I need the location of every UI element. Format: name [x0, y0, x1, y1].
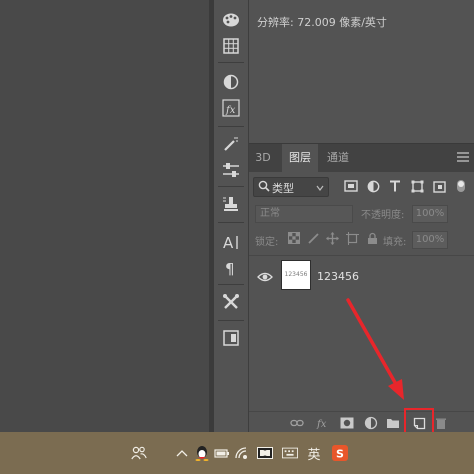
adjustment-layer-icon[interactable]	[363, 415, 379, 431]
clone-stamp-icon[interactable]	[221, 194, 241, 214]
lock-artboard-icon[interactable]	[345, 231, 359, 245]
divider	[218, 222, 244, 223]
adjustment-filter-icon[interactable]	[365, 178, 381, 194]
visibility-eye-icon[interactable]	[257, 270, 273, 284]
sogou-input-icon[interactable]: S	[332, 445, 348, 461]
filter-toggle-icon[interactable]	[453, 178, 469, 194]
panel-tab-bar: 3D 图层 通道	[249, 143, 474, 172]
filter-kind-select[interactable]: 类型	[253, 177, 329, 197]
divider	[218, 62, 244, 63]
tools-icon[interactable]	[221, 292, 241, 312]
chevron-down-icon	[316, 182, 324, 195]
qq-icon[interactable]	[194, 445, 210, 461]
blend-mode-select[interactable]: 正常	[255, 205, 353, 223]
document-canvas[interactable]	[0, 0, 209, 432]
layer-row[interactable]: 123456 123456	[249, 256, 474, 300]
lock-all-icon[interactable]	[365, 231, 379, 245]
fill-label: 填充:	[383, 237, 407, 248]
divider	[218, 320, 244, 321]
divider	[218, 186, 244, 187]
chevron-up-icon[interactable]	[174, 445, 190, 461]
panel-dock-strip: fx A ¶	[214, 0, 248, 432]
lock-move-icon[interactable]	[325, 231, 339, 245]
battery-icon[interactable]	[214, 445, 230, 461]
fx-icon[interactable]: fx	[221, 98, 241, 118]
opacity-field[interactable]: 100%	[412, 205, 448, 223]
brush-settings-icon[interactable]	[221, 134, 241, 154]
opacity-label: 不透明度:	[361, 210, 405, 221]
folder-icon[interactable]	[385, 415, 401, 431]
svg-text:A: A	[223, 234, 234, 251]
lock-transparent-icon[interactable]	[287, 231, 301, 245]
svg-text:¶: ¶	[225, 260, 235, 277]
lock-label: 锁定:	[255, 237, 279, 248]
grid-icon[interactable]	[221, 36, 241, 56]
type-filter-icon[interactable]	[387, 178, 403, 194]
shape-filter-icon[interactable]	[409, 178, 425, 194]
svg-text:S: S	[336, 448, 344, 461]
mask-icon[interactable]	[339, 415, 355, 431]
layer-filter-row: 类型	[253, 177, 471, 197]
layers-bottom-toolbar: fx	[249, 411, 474, 433]
panel-menu-icon[interactable]	[457, 152, 469, 162]
palette-icon[interactable]	[221, 10, 241, 30]
ime-language-indicator[interactable]: 英	[306, 445, 322, 463]
lock-brush-icon[interactable]	[307, 231, 321, 245]
windows-taskbar: 英 S	[0, 432, 474, 474]
layers-panel: 3D 图层 通道 类型 正常 不透明度: 100% 锁定: 填充: 100% 1…	[248, 143, 474, 433]
fill-field[interactable]: 100%	[412, 231, 448, 249]
fx-icon[interactable]: fx	[315, 415, 331, 431]
character-icon[interactable]: A	[221, 232, 241, 252]
layer-thumbnail[interactable]: 123456	[281, 260, 311, 290]
trash-icon[interactable]	[433, 415, 449, 431]
adjustment-icon[interactable]	[221, 72, 241, 92]
dolby-icon[interactable]	[257, 445, 273, 461]
tab-channels[interactable]: 通道	[320, 144, 356, 172]
filter-kind-label: 类型	[272, 182, 294, 195]
divider	[218, 126, 244, 127]
panel-icon[interactable]	[221, 328, 241, 348]
svg-text:fx: fx	[316, 419, 327, 430]
link-icon[interactable]	[289, 415, 305, 431]
network-icon[interactable]	[234, 445, 250, 461]
smart-object-filter-icon[interactable]	[431, 178, 447, 194]
divider	[218, 284, 244, 285]
tab-3d[interactable]: 3D	[249, 144, 277, 172]
keyboard-icon[interactable]	[282, 445, 298, 461]
pixel-filter-icon[interactable]	[343, 178, 359, 194]
people-icon[interactable]	[131, 445, 147, 461]
tab-layers[interactable]: 图层	[282, 144, 318, 172]
slider-icon[interactable]	[221, 160, 241, 180]
layer-name[interactable]: 123456	[317, 270, 359, 283]
paragraph-icon[interactable]: ¶	[221, 258, 241, 278]
resolution-text: 分辨率: 72.009 像素/英寸	[257, 16, 387, 29]
search-icon	[258, 180, 270, 195]
svg-text:fx: fx	[225, 105, 236, 116]
info-panel: 分辨率: 72.009 像素/英寸	[248, 0, 474, 143]
